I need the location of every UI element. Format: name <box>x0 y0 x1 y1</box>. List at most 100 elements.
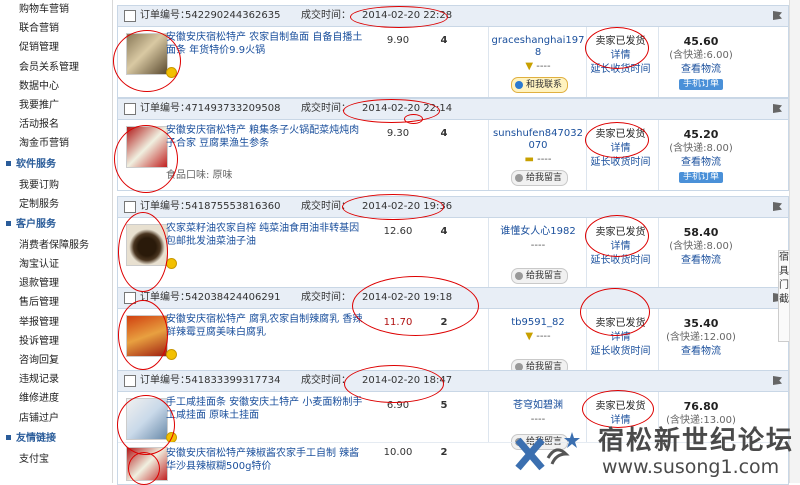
extend-receipt-link[interactable]: 延长收货时间 <box>588 254 653 268</box>
scrollbar[interactable] <box>789 0 800 483</box>
total-amount: 35.40 <box>683 317 719 330</box>
flag-icon[interactable] <box>773 376 782 385</box>
total-amount: 45.60 <box>683 35 719 48</box>
sidebar-item-promote[interactable]: 我要推广 <box>0 96 112 115</box>
deal-time-label: 成交时间： <box>301 375 351 386</box>
sidebar-item-custom-service[interactable]: 定制服务 <box>0 195 112 214</box>
order-checkbox[interactable] <box>124 103 136 115</box>
product-thumbnail[interactable] <box>126 33 168 75</box>
section-title: 客户服务 <box>16 218 56 230</box>
status-block: 卖家已发货 详情 延长收货时间 <box>588 35 653 77</box>
sidebar-item-activity-signup[interactable]: 活动报名 <box>0 115 112 134</box>
view-logistics-link[interactable]: 查看物流 <box>661 63 741 77</box>
view-logistics-link[interactable]: 查看物流 <box>661 156 741 170</box>
divider <box>658 120 659 190</box>
quantity: 4 <box>440 35 448 46</box>
divider <box>658 27 659 97</box>
sidebar-item-alipay[interactable]: 支付宝 <box>0 450 112 469</box>
mobile-order-badge: 手机订单 <box>678 172 723 183</box>
order-card: 订单编号： 542038424406291 成交时间： 2014-02-20 1… <box>117 287 789 380</box>
buyer-link[interactable]: 谁懂女人心1982 <box>500 226 575 237</box>
bulb-icon <box>166 67 177 78</box>
order-checkbox[interactable] <box>124 375 136 387</box>
extend-receipt-link[interactable]: 延长收货时间 <box>588 345 653 359</box>
sidebar-item-member-relations[interactable]: 会员关系管理 <box>0 58 112 77</box>
sidebar-item-consumer-protection[interactable]: 消费者保障服务 <box>0 236 112 255</box>
sidebar-item-repair[interactable]: 维修进度 <box>0 389 112 408</box>
sidebar-item-report[interactable]: 举报管理 <box>0 313 112 332</box>
shipping-fee: (含快递:12.00) <box>666 332 736 343</box>
quantity: 2 <box>440 447 448 458</box>
sidebar-item-joint-marketing[interactable]: 联合营销 <box>0 19 112 38</box>
unit-price: 12.60 <box>383 226 413 237</box>
contact-button[interactable]: 和我联系 <box>511 77 569 93</box>
contact-label: 给我留言 <box>526 173 563 183</box>
buyer-link[interactable]: graceshanghai1978 <box>492 35 585 58</box>
sidebar-item-subscribe[interactable]: 我要订购 <box>0 176 112 195</box>
divider <box>658 309 659 379</box>
product-title-link[interactable]: 安徽安庆宿松特产 腐乳农家自制辣腐乳 香辣鲜辣霉豆腐美味白腐乳 <box>166 313 366 339</box>
sidebar-item-after-sale[interactable]: 售后管理 <box>0 293 112 312</box>
leave-message-button[interactable]: 给我留言 <box>511 268 569 284</box>
total-amount: 76.80 <box>683 400 719 413</box>
flag-icon[interactable] <box>773 202 782 211</box>
buyer-link[interactable]: sunshufen847032070 <box>493 128 583 151</box>
unit-price: 9.30 <box>386 128 410 139</box>
view-logistics-link[interactable]: 查看物流 <box>661 254 741 268</box>
deal-time-label: 成交时间： <box>301 10 351 21</box>
quantity: 4 <box>440 226 448 237</box>
buyer-link[interactable]: tb9591_82 <box>511 317 564 328</box>
sidebar-item-promotion[interactable]: 促销管理 <box>0 38 112 57</box>
detail-link[interactable]: 详情 <box>588 49 653 63</box>
product-title-link[interactable]: 农家菜籽油农家自榨 纯菜油食用油非转基因包邮批发油菜油子油 <box>166 222 366 248</box>
sidebar-item-complaint[interactable]: 投诉管理 <box>0 332 112 351</box>
order-checkbox[interactable] <box>124 201 136 213</box>
detail-link[interactable]: 详情 <box>588 331 653 345</box>
extend-receipt-link[interactable]: 延长收货时间 <box>588 156 653 170</box>
product-title-link[interactable]: 安徽安庆宿松特产 粮集条子火锅配菜炖炖肉子合家 豆腐果渔生参条 <box>166 124 366 150</box>
order-no: 542290244362635 <box>185 10 281 21</box>
total-amount: 45.20 <box>683 128 719 141</box>
order-no: 541833399317734 <box>185 375 281 386</box>
order-header: 订单编号： 541833399317734 成交时间： 2014-02-20 1… <box>118 371 788 392</box>
divider <box>586 218 587 288</box>
flag-icon[interactable] <box>773 104 782 113</box>
order-checkbox[interactable] <box>124 292 136 304</box>
sidebar-item-taojinbi[interactable]: 淘金币营销 <box>0 134 112 153</box>
sidebar-item-violations[interactable]: 违规记录 <box>0 370 112 389</box>
product-thumbnail[interactable] <box>126 398 168 440</box>
detail-link[interactable]: 详情 <box>588 240 653 254</box>
buyer-block: 谁懂女人心1982 ---- <box>490 226 586 252</box>
sidebar-item-consult-reply[interactable]: 咨询回复 <box>0 351 112 370</box>
product-title-link[interactable]: 安徽安庆宿松特产 农家自制鱼面 自备自播土面条 年货特价9.9火锅 <box>166 31 366 57</box>
product-thumbnail[interactable] <box>126 224 168 266</box>
buyer-badge-icon: ▼ ---- <box>525 61 551 72</box>
sidebar-item-data-center[interactable]: 数据中心 <box>0 77 112 96</box>
view-logistics-link[interactable]: 查看物流 <box>661 345 741 359</box>
deal-time: 2014-02-20 22:28 <box>362 10 453 21</box>
order-checkbox[interactable] <box>124 10 136 22</box>
flag-icon[interactable] <box>773 11 782 20</box>
detail-link[interactable]: 详情 <box>588 142 653 156</box>
order-no-label: 订单编号： <box>140 292 190 303</box>
status-block: 卖家已发货 详情 延长收货时间 <box>588 317 653 359</box>
buyer-link[interactable]: 苍穹如碧渊 <box>513 400 563 411</box>
sidebar-item-certification[interactable]: 淘宝认证 <box>0 255 112 274</box>
order-card: 订单编号： 471493733209508 成交时间： 2014-02-20 2… <box>117 98 789 191</box>
extend-receipt-link[interactable]: 延长收货时间 <box>588 63 653 77</box>
order-body: 安徽安庆宿松特产 农家自制鱼面 自备自播土面条 年货特价9.9火锅 9.90 4… <box>118 27 788 97</box>
amount-block: 58.40 (含快递:8.00) 查看物流 <box>661 226 741 268</box>
order-no-label: 订单编号： <box>140 201 190 212</box>
sidebar-section-links: 友情链接 <box>0 428 112 450</box>
product-thumbnail[interactable] <box>126 126 168 168</box>
product-title-link[interactable]: 安徽安庆宿松特产辣椒酱农家手工自制 辣酱 华沙县辣椒糊500g特价 <box>166 447 366 473</box>
buyer-badge-icon: ---- <box>530 240 546 251</box>
sidebar-item-transfer[interactable]: 店铺过户 <box>0 409 112 428</box>
product-title-link[interactable]: 手工咸挂面条 安徽安庆土特产 小麦面粉制手工咸挂面 原味土挂面 <box>166 396 366 422</box>
sidebar-item-cart-marketing[interactable]: 购物车营销 <box>0 0 112 19</box>
order-header: 订单编号： 541875553816360 成交时间： 2014-02-20 1… <box>118 197 788 218</box>
product-thumbnail[interactable] <box>126 447 168 481</box>
leave-message-button[interactable]: 给我留言 <box>511 170 569 186</box>
sidebar-item-refund[interactable]: 退款管理 <box>0 274 112 293</box>
product-thumbnail[interactable] <box>126 315 168 357</box>
